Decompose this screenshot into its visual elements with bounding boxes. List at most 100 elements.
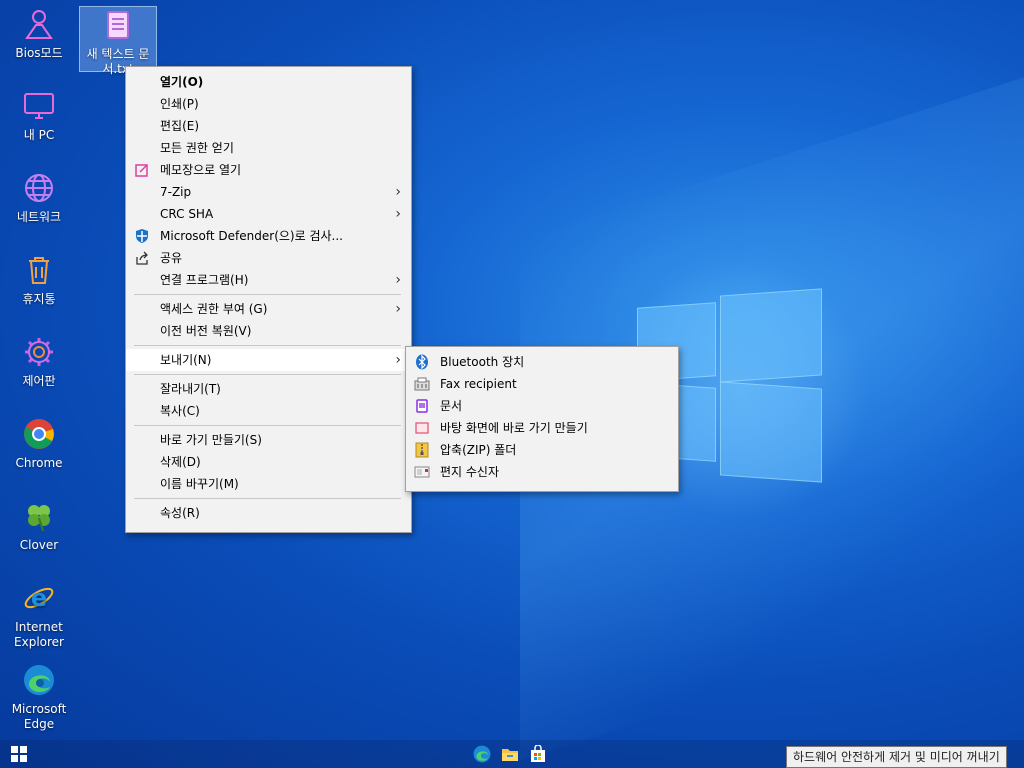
menu-item-print[interactable]: 인쇄(P): [126, 93, 411, 115]
clover-icon: [21, 498, 57, 534]
menu-item-label: Microsoft Defender(으)로 검사...: [160, 229, 343, 243]
notepad-icon: [134, 162, 150, 178]
menu-item-open-with[interactable]: 연결 프로그램(H) ›: [126, 269, 411, 291]
desktop-icon-chrome[interactable]: Chrome: [4, 416, 74, 471]
menu-item-label: Bluetooth 장치: [440, 355, 525, 369]
menu-item-open[interactable]: 열기(O): [126, 71, 411, 93]
desktop-icon-label: Microsoft Edge: [11, 702, 67, 731]
monitor-icon: [21, 88, 57, 124]
menu-item-delete[interactable]: 삭제(D): [126, 451, 411, 473]
desktop-icon-recycle-bin[interactable]: 휴지통: [4, 252, 74, 307]
windows-start-icon[interactable]: [9, 744, 29, 764]
menu-item-label: 이전 버전 복원(V): [160, 324, 252, 338]
desktop-icon-label: 제어판: [22, 374, 56, 388]
menu-item-label: Fax recipient: [440, 377, 517, 391]
sendto-item-zip-folder[interactable]: 압축(ZIP) 폴더: [406, 439, 678, 461]
menu-separator: [134, 425, 401, 426]
chrome-icon: [21, 416, 57, 452]
menu-item-cut[interactable]: 잘라내기(T): [126, 378, 411, 400]
menu-item-share[interactable]: 공유: [126, 247, 411, 269]
menu-item-label: 열기(O): [160, 75, 204, 89]
desktop-icon-internet-explorer[interactable]: e Internet Explorer: [4, 580, 74, 650]
menu-item-open-notepad[interactable]: 메모장으로 열기: [126, 159, 411, 181]
menu-item-take-ownership[interactable]: 모든 권한 얻기: [126, 137, 411, 159]
sendto-item-documents[interactable]: 문서: [406, 395, 678, 417]
desktop-icon-bios[interactable]: Bios모드: [4, 6, 74, 61]
menu-item-label: 공유: [160, 251, 183, 265]
svg-text:e: e: [31, 584, 47, 612]
globe-icon: [21, 170, 57, 206]
menu-item-edit[interactable]: 편집(E): [126, 115, 411, 137]
store-icon[interactable]: [528, 744, 548, 764]
desktop-icon-this-pc[interactable]: 내 PC: [4, 88, 74, 143]
desktop-icon-label: Internet Explorer: [14, 620, 64, 649]
menu-item-label: 속성(R): [160, 506, 200, 520]
sendto-item-desktop-shortcut[interactable]: 바탕 화면에 바로 가기 만들기: [406, 417, 678, 439]
menu-item-rename[interactable]: 이름 바꾸기(M): [126, 473, 411, 495]
desktop-icon-text-file[interactable]: 새 텍스트 문서.txt: [79, 6, 157, 76]
defender-shield-icon: [134, 228, 150, 244]
menu-item-label: 연결 프로그램(H): [160, 273, 249, 287]
sendto-submenu: Bluetooth 장치 Fax recipient 문서 바탕 화면에 바로 …: [405, 346, 679, 492]
zip-folder-icon: [414, 442, 430, 458]
edge-icon: [21, 662, 57, 698]
menu-item-label: 삭제(D): [160, 455, 201, 469]
desktop-icon-label: 네트워크: [16, 210, 62, 224]
desktop-icon-label: Bios모드: [15, 46, 63, 60]
menu-item-label: 바탕 화면에 바로 가기 만들기: [440, 421, 588, 435]
menu-item-send-to[interactable]: 보내기(N) ›: [126, 349, 411, 371]
desktop-shortcut-icon: [414, 420, 430, 436]
menu-item-label: 편집(E): [160, 119, 200, 133]
desktop-icon-label: Clover: [19, 538, 59, 552]
mail-recipient-icon: [414, 464, 430, 480]
sendto-item-mail-recipient[interactable]: 편지 수신자: [406, 461, 678, 483]
menu-item-properties[interactable]: 속성(R): [126, 502, 411, 524]
chevron-right-icon: ›: [395, 206, 401, 222]
documents-icon: [414, 398, 430, 414]
chevron-right-icon: ›: [395, 272, 401, 288]
person-icon: [21, 6, 57, 42]
desktop-icon-label: 휴지통: [22, 292, 56, 306]
sendto-item-bluetooth[interactable]: Bluetooth 장치: [406, 351, 678, 373]
menu-item-label: 잘라내기(T): [160, 382, 221, 396]
menu-item-copy[interactable]: 복사(C): [126, 400, 411, 422]
menu-item-label: CRC SHA: [160, 207, 214, 221]
menu-item-restore-versions[interactable]: 이전 버전 복원(V): [126, 320, 411, 342]
recycle-bin-icon: [21, 252, 57, 288]
menu-item-crc-sha[interactable]: CRC SHA ›: [126, 203, 411, 225]
menu-separator: [134, 345, 401, 346]
chevron-right-icon: ›: [395, 301, 401, 317]
menu-separator: [134, 498, 401, 499]
menu-item-give-access[interactable]: 액세스 권한 부여 (G) ›: [126, 298, 411, 320]
menu-item-label: 바로 가기 만들기(S): [160, 433, 262, 447]
menu-item-label: 보내기(N): [160, 353, 212, 367]
menu-item-7zip[interactable]: 7-Zip ›: [126, 181, 411, 203]
sendto-item-fax[interactable]: Fax recipient: [406, 373, 678, 395]
menu-separator: [134, 374, 401, 375]
menu-item-label: 압축(ZIP) 폴더: [440, 443, 517, 457]
menu-item-label: 복사(C): [160, 404, 200, 418]
desktop-icon-clover[interactable]: Clover: [4, 498, 74, 553]
menu-item-label: 인쇄(P): [160, 97, 199, 111]
text-file-icon: [100, 7, 136, 43]
menu-item-label: 편지 수신자: [440, 465, 500, 479]
desktop-icon-edge[interactable]: Microsoft Edge: [4, 662, 74, 732]
gear-icon: [21, 334, 57, 370]
desktop-icon-network[interactable]: 네트워크: [4, 170, 74, 225]
file-explorer-icon[interactable]: [500, 744, 520, 764]
menu-item-label: 모든 권한 얻기: [160, 141, 234, 155]
ie-icon: e: [21, 580, 57, 616]
menu-item-label: 7-Zip: [160, 185, 192, 199]
menu-item-create-shortcut[interactable]: 바로 가기 만들기(S): [126, 429, 411, 451]
desktop-icon-control-panel[interactable]: 제어판: [4, 334, 74, 389]
bluetooth-icon: [414, 354, 430, 370]
tray-tooltip: 하드웨어 안전하게 제거 및 미디어 꺼내기: [786, 746, 1007, 768]
menu-separator: [134, 294, 401, 295]
menu-item-defender-scan[interactable]: Microsoft Defender(으)로 검사...: [126, 225, 411, 247]
menu-item-label: 이름 바꾸기(M): [160, 477, 239, 491]
fax-icon: [414, 376, 430, 392]
menu-item-label: 액세스 권한 부여 (G): [160, 302, 268, 316]
edge-icon[interactable]: [472, 744, 492, 764]
context-menu: 열기(O) 인쇄(P) 편집(E) 모든 권한 얻기 메모장으로 열기 7-Zi…: [125, 66, 412, 533]
chevron-right-icon: ›: [395, 184, 401, 200]
